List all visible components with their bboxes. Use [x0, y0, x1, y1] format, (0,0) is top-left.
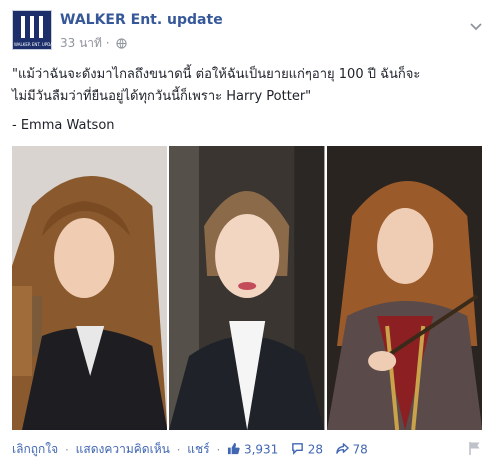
comment-bubble-icon[interactable]: [291, 442, 304, 458]
separator: ·: [216, 442, 221, 457]
comment-count[interactable]: 28: [308, 443, 323, 457]
share-link[interactable]: แชร์: [187, 442, 209, 456]
post-quote: "แม้ว่าฉันจะดังมาไกลถึงขนาดนี้ ต่อให้ฉัน…: [12, 64, 486, 108]
globe-icon[interactable]: [116, 38, 128, 52]
page-avatar[interactable]: WALKER ENT. UPDATE: [12, 10, 58, 50]
quote-attribution: - Emma Watson: [12, 118, 115, 133]
like-count[interactable]: 3,931: [244, 443, 278, 457]
share-arrow-icon[interactable]: [335, 442, 349, 458]
chevron-down-icon[interactable]: [470, 16, 482, 31]
quote-line-2: ไม่มีวันลืมว่าที่ยืนอยู่ได้ทุกวันนี้ก็เพ…: [12, 89, 312, 104]
comment-link[interactable]: แสดงความคิดเห็น: [76, 442, 170, 456]
page-name-link[interactable]: WALKER Ent. update: [60, 12, 223, 28]
share-count[interactable]: 78: [353, 443, 368, 457]
walker-logo-mark: [21, 16, 43, 40]
post-actions-bar: เลิกถูกใจ · แสดงความคิดเห็น · แชร์ · 3,9…: [12, 440, 482, 458]
photo-young-hermione[interactable]: [12, 146, 168, 430]
photo-collage[interactable]: [12, 146, 482, 430]
separator: ·: [176, 442, 181, 457]
photo-hermione-wand[interactable]: [326, 146, 482, 430]
facebook-post: WALKER ENT. UPDATE WALKER Ent. update 33…: [0, 0, 494, 464]
unlike-link[interactable]: เลิกถูกใจ: [12, 442, 58, 456]
quote-line-1: "แม้ว่าฉันจะดังมาไกลถึงขนาดนี้ ต่อให้ฉัน…: [12, 67, 421, 82]
thumbs-up-icon[interactable]: [227, 442, 240, 458]
avatar-caption: WALKER ENT. UPDATE: [14, 42, 58, 47]
post-meta: 33 นาที ·: [60, 34, 128, 53]
post-timestamp[interactable]: 33 นาที: [60, 36, 102, 50]
flag-icon[interactable]: [468, 440, 482, 455]
photo-emma-watson[interactable]: [169, 146, 325, 430]
separator: ·: [64, 442, 69, 457]
